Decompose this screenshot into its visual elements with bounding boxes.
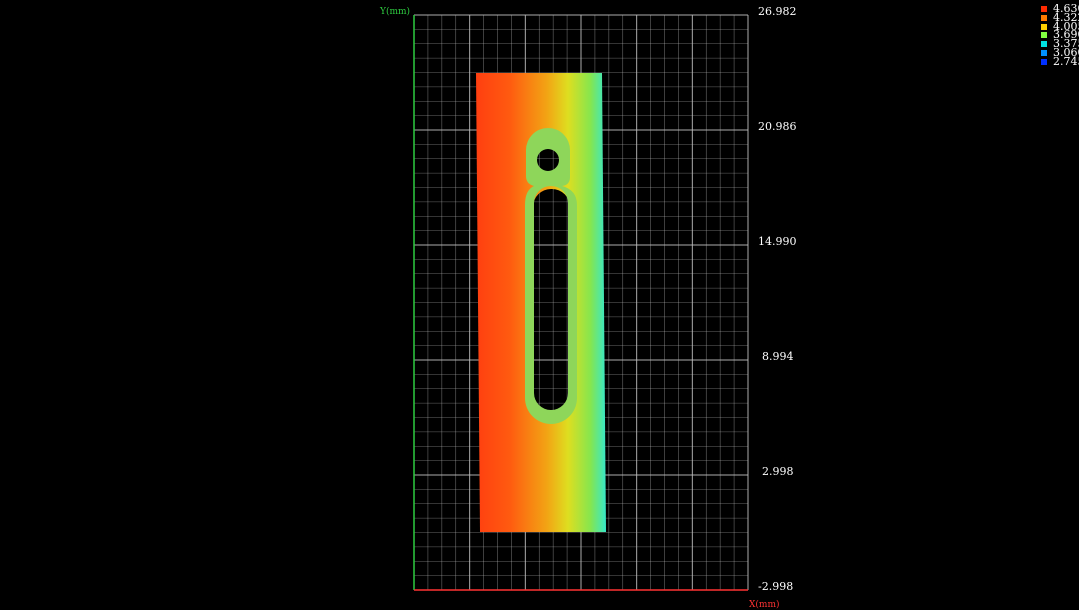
y-axis-title: Y(mm) — [380, 7, 411, 17]
legend-swatch — [1041, 23, 1047, 30]
legend-swatch — [1041, 32, 1047, 39]
y-tick-label: 14.990 — [758, 235, 797, 248]
legend-item: 2.745 — [1041, 56, 1079, 66]
point-cloud-viewer[interactable]: Y(mm) X(mm) 26.982 20.986 14.990 8.994 2… — [0, 0, 1079, 610]
legend-swatch — [1041, 14, 1047, 21]
y-tick-label: 2.998 — [762, 465, 794, 478]
scanned-part — [470, 70, 610, 536]
legend-swatch — [1041, 41, 1047, 48]
legend-swatch — [1041, 58, 1047, 65]
y-tick-label: 20.986 — [758, 120, 797, 133]
height-legend: 4.630 4.322 4.005 3.690 3.375 3.060 2.74… — [1041, 4, 1079, 66]
legend-swatch — [1041, 6, 1047, 12]
y-tick-label: 8.994 — [762, 350, 794, 363]
legend-swatch — [1041, 49, 1047, 56]
x-axis-title: X(mm) — [749, 600, 780, 610]
y-tick-label: -2.998 — [758, 580, 794, 593]
height-map-plot — [413, 14, 749, 591]
y-tick-label: 26.982 — [758, 5, 797, 18]
